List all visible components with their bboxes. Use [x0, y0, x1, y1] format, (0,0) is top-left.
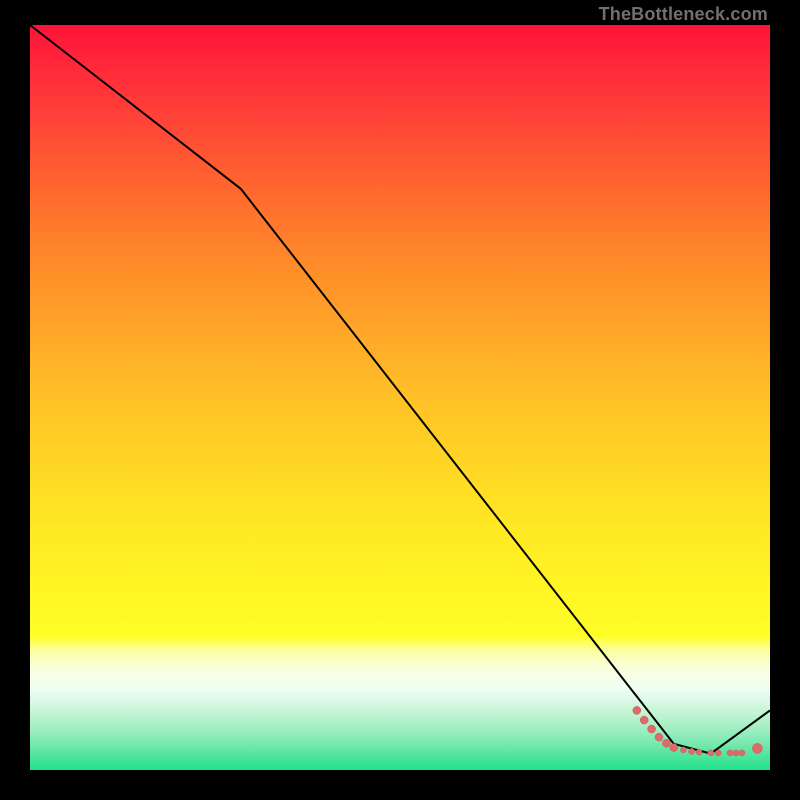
chart-stage: TheBottleneck.com — [0, 0, 800, 800]
chart-plot-area — [30, 25, 770, 770]
watermark-text: TheBottleneck.com — [599, 4, 768, 25]
